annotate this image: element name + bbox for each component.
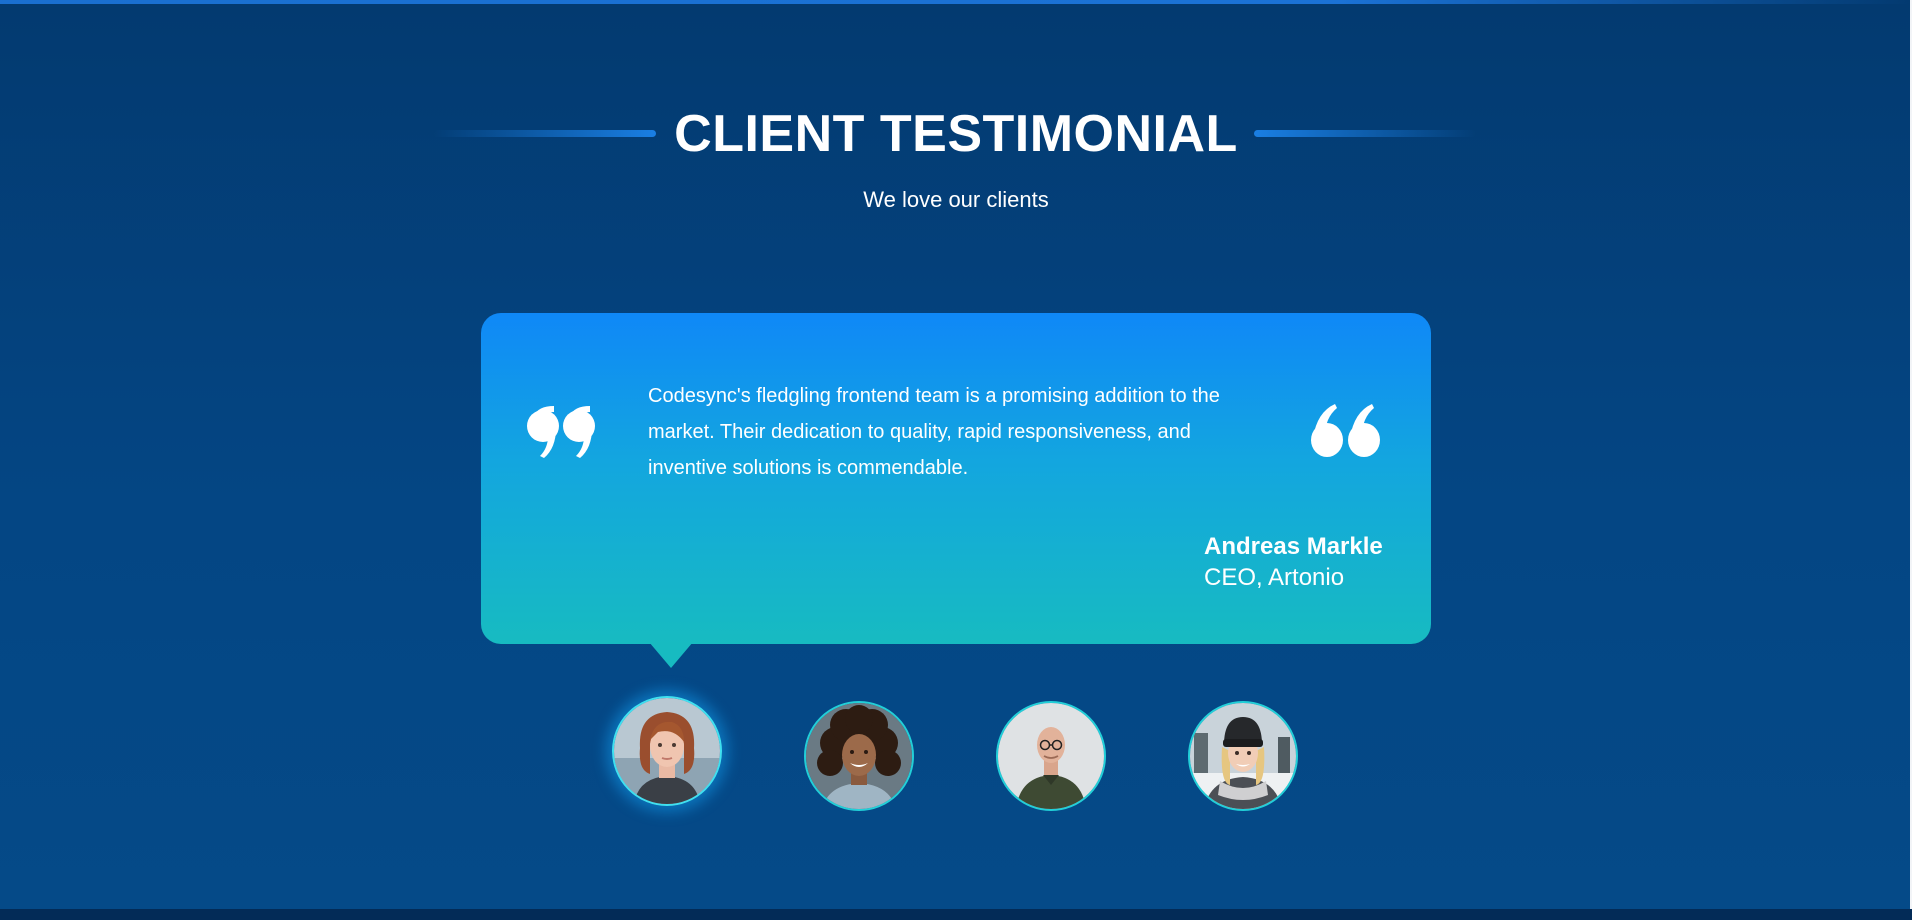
avatar-4[interactable] (1188, 701, 1298, 811)
bottom-bar (0, 909, 1912, 920)
title-decor-line-right (1254, 130, 1476, 137)
avatar-3[interactable] (996, 701, 1106, 811)
avatar-2[interactable] (804, 701, 914, 811)
open-quote-icon (526, 404, 600, 460)
section-header: CLIENT TESTIMONIAL (0, 100, 1912, 166)
avatar-woman-bob-hair-icon (614, 698, 720, 804)
avatar-woman-beanie-icon (1190, 703, 1296, 809)
author-name: Andreas Markle (1204, 533, 1383, 560)
top-accent-line (0, 0, 1912, 4)
avatar-1[interactable] (612, 696, 722, 806)
section-subtitle: We love our clients (863, 187, 1049, 212)
close-quote-icon (1309, 402, 1383, 458)
avatar-bald-man-glasses-icon (998, 703, 1104, 809)
avatar-woman-curly-hair-icon (806, 703, 912, 809)
testimonial-quote-text: Codesync's fledgling frontend team is a … (648, 385, 1220, 479)
testimonial-card-pointer (649, 642, 693, 668)
section-title: CLIENT TESTIMONIAL (674, 105, 1238, 163)
author-role: CEO, Artonio (1204, 564, 1345, 591)
testimonial-author: Andreas Markle CEO, Artonio (1204, 532, 1424, 594)
